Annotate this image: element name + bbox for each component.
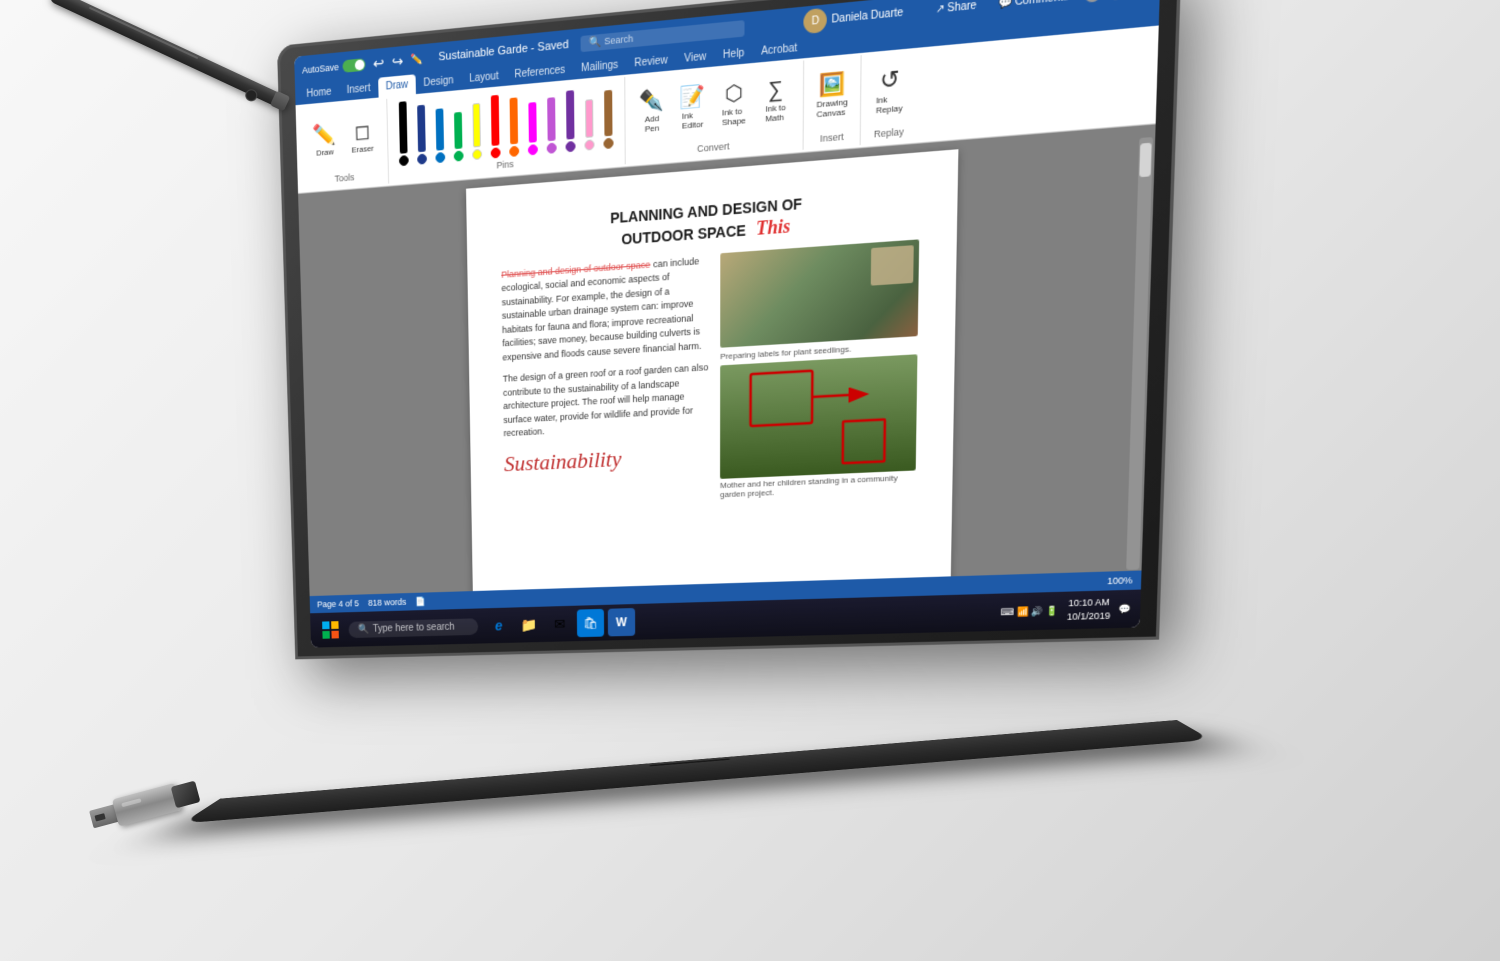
taskbar-right: ⌨ 📶 🔊 🔋 10:10 AM 10/1/2019 💬 xyxy=(1000,596,1132,626)
taskbar-search[interactable]: 🔍 Type here to search xyxy=(348,618,478,638)
pins-label: Pins xyxy=(496,159,513,171)
doc-image-1 xyxy=(720,239,919,347)
zoom-level: 100% xyxy=(1107,575,1133,586)
ink-replay-button[interactable]: ↺ InkReplay xyxy=(870,64,909,118)
doc-para1: Planning and design of outdoor space can… xyxy=(501,254,710,365)
tab-draw[interactable]: Draw xyxy=(378,74,416,97)
doc-para2: The design of a green roof or a roof gar… xyxy=(503,361,710,441)
page-info: Page 4 of 5 xyxy=(317,598,359,609)
doc-image-2 xyxy=(720,354,917,479)
pen-magenta[interactable] xyxy=(524,102,540,156)
laptop: AutoSave ↩ ↪ ✏️ Sustainable Garde - Save… xyxy=(150,30,1300,900)
taskbar-word[interactable]: W xyxy=(608,608,635,636)
search-icon: 🔍 xyxy=(589,36,602,49)
pen-pink[interactable] xyxy=(581,99,597,151)
word-count: 818 words xyxy=(368,597,406,608)
ink-editor-icon: 📝 xyxy=(680,86,706,110)
screen-bezel: AutoSave ↩ ↪ ✏️ Sustainable Garde - Save… xyxy=(294,0,1160,648)
taskbar-store[interactable]: 🛍 xyxy=(577,609,604,637)
comments-button[interactable]: 💬 Comments xyxy=(992,0,1076,12)
share-icon: ↗ xyxy=(936,2,945,15)
pen-colors-palette xyxy=(395,82,617,166)
ribbon-group-tools: ✏️ Draw ◻ Eraser Tools xyxy=(299,99,389,191)
taskbar-edge[interactable]: e xyxy=(485,611,512,639)
ink-to-math-button[interactable]: ∑ Ink toMath xyxy=(757,76,795,127)
autosave-label: AutoSave xyxy=(302,62,339,76)
word-app: AutoSave ↩ ↪ ✏️ Sustainable Garde - Save… xyxy=(294,0,1160,648)
tab-insert[interactable]: Insert xyxy=(339,78,378,101)
tab-view[interactable]: View xyxy=(676,46,715,70)
eraser-icon: ◻ xyxy=(354,121,370,143)
ribbon-group-insert: 🖼️ DrawingCanvas Insert xyxy=(804,55,862,150)
eraser-tool-button[interactable]: ◻ Eraser xyxy=(345,118,380,157)
autosave-toggle[interactable] xyxy=(342,58,365,73)
pen-orange[interactable] xyxy=(506,97,523,157)
doc-icon: 📄 xyxy=(416,596,427,607)
tab-home[interactable]: Home xyxy=(299,82,340,105)
user-avatar: D xyxy=(804,8,828,35)
replay-content: ↺ InkReplay xyxy=(870,55,910,127)
pen-red[interactable] xyxy=(487,95,504,159)
user-name: Daniela Duarte xyxy=(831,6,903,25)
convert-label: Convert xyxy=(697,141,729,154)
notification-icon[interactable]: 💬 xyxy=(1119,603,1132,615)
drawing-canvas-button[interactable]: 🖼️ DrawingCanvas xyxy=(812,70,852,122)
status-right: 100% xyxy=(1107,575,1133,586)
pen-green[interactable] xyxy=(450,112,466,162)
pen-darkblue[interactable] xyxy=(413,104,430,165)
tools-content: ✏️ Draw ◻ Eraser xyxy=(307,104,380,174)
laptop-lid: AutoSave ↩ ↪ ✏️ Sustainable Garde - Save… xyxy=(277,0,1182,659)
doc-two-col: Planning and design of outdoor space can… xyxy=(501,239,919,508)
tab-help[interactable]: Help xyxy=(715,42,753,66)
ink-to-math-icon: ∑ xyxy=(768,79,783,102)
handwrite-word: Sustainability xyxy=(504,441,710,477)
pen-black[interactable] xyxy=(395,101,412,167)
tab-design[interactable]: Design xyxy=(416,70,462,94)
add-pen-button[interactable]: ✒️ AddPen xyxy=(633,87,670,137)
screen-content: AutoSave ↩ ↪ ✏️ Sustainable Garde - Save… xyxy=(294,0,1160,648)
taskbar-folder[interactable]: 📁 xyxy=(516,611,543,639)
share-button[interactable]: ↗ Share xyxy=(929,0,983,18)
ink-to-shape-button[interactable]: ⬡ Ink toShape xyxy=(715,79,752,130)
taskbar-clock: 10:10 AM 10/1/2019 xyxy=(1067,596,1111,624)
document-page: PLANNING AND DESIGN OF OUTDOOR SPACE Thi… xyxy=(466,149,958,637)
ribbon-group-convert: ✒️ AddPen 📝 InkEditor ⬡ xyxy=(625,60,804,164)
autosave-area: AutoSave xyxy=(302,58,366,77)
tab-layout[interactable]: Layout xyxy=(461,66,506,90)
ink-to-shape-icon: ⬡ xyxy=(725,82,743,105)
insert-content: 🖼️ DrawingCanvas xyxy=(812,60,852,131)
search-icon: 🔍 xyxy=(358,624,370,635)
draw-tool-button[interactable]: ✏️ Draw xyxy=(307,121,342,160)
canvas-icon: 🖼️ xyxy=(819,73,846,97)
document-title: Sustainable Garde - Saved xyxy=(438,38,568,63)
tools-label: Tools xyxy=(334,172,354,184)
laptop-base xyxy=(182,720,1211,823)
doc-col-right: Preparing labels for plant seedlings. xyxy=(720,239,919,499)
document-area: PLANNING AND DESIGN OF OUTDOOR SPACE Thi… xyxy=(298,124,1156,637)
replay-icon: ↺ xyxy=(880,67,900,93)
taskbar-mail[interactable]: ✉ xyxy=(546,610,573,638)
pen-violet[interactable] xyxy=(543,97,559,154)
pen-brown[interactable] xyxy=(600,90,616,150)
doc-title-handwrite: This xyxy=(756,215,790,239)
usb-hole xyxy=(94,813,105,821)
ink-editor-button[interactable]: 📝 InkEditor xyxy=(674,83,711,134)
pen-yellow[interactable] xyxy=(468,103,484,161)
start-button[interactable] xyxy=(317,616,343,643)
taskbar-icons: ⌨ 📶 🔊 🔋 xyxy=(1000,605,1058,618)
doc-col-left: Planning and design of outdoor space can… xyxy=(501,254,710,508)
pins-content xyxy=(395,82,617,166)
convert-content: ✒️ AddPen 📝 InkEditor ⬡ xyxy=(633,66,794,147)
taskbar-apps: e 📁 ✉ 🛍 W xyxy=(485,608,635,639)
replay-label: Replay xyxy=(874,126,904,139)
ribbon-group-replay: ↺ InkReplay Replay xyxy=(861,50,918,145)
insert-label: Insert xyxy=(820,131,844,144)
draw-icon: ✏️ xyxy=(313,124,337,147)
add-pen-icon: ✒️ xyxy=(639,89,664,113)
pen-purple[interactable] xyxy=(562,90,579,153)
pen-blue[interactable] xyxy=(432,108,448,163)
minimize-button[interactable]: ─ xyxy=(1084,0,1100,3)
comments-icon: 💬 xyxy=(999,0,1013,9)
scene: AutoSave ↩ ↪ ✏️ Sustainable Garde - Save… xyxy=(0,0,1500,961)
